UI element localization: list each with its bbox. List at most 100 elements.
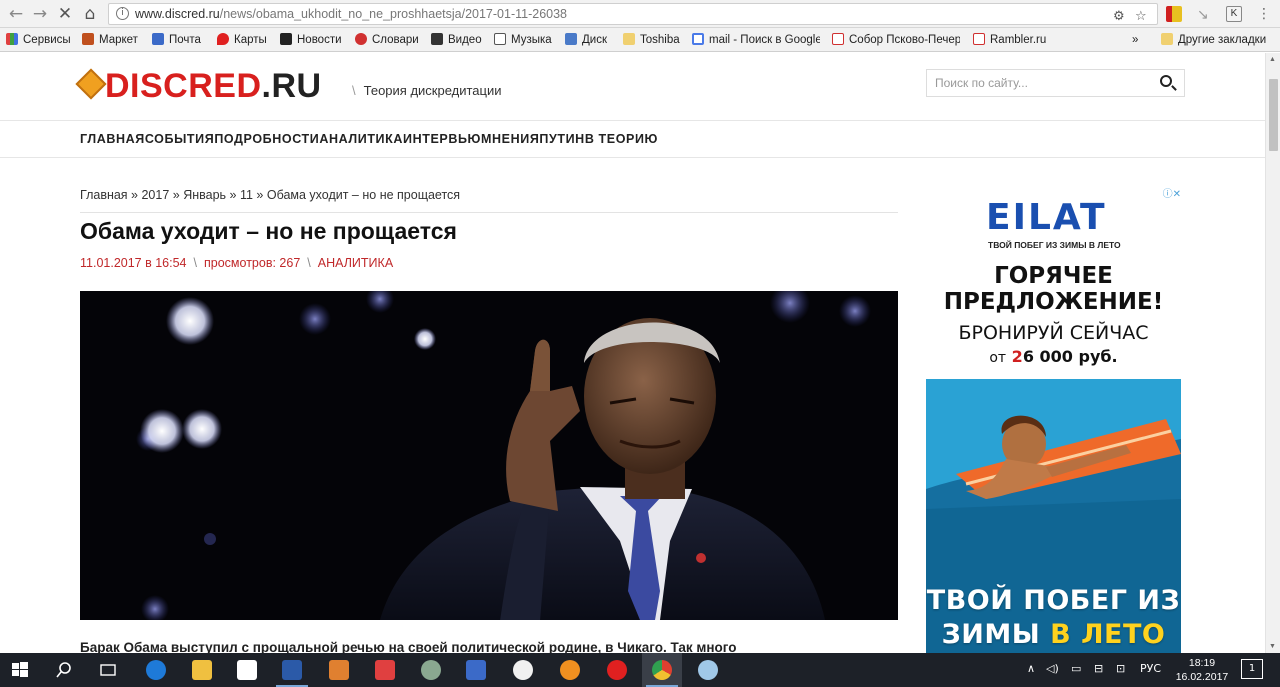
taskbar-opera[interactable] xyxy=(597,653,637,687)
stop-icon[interactable]: ✕ xyxy=(55,4,75,24)
menu-icon[interactable]: ⋮ xyxy=(1256,6,1272,22)
breadcrumb-year[interactable]: 2017 xyxy=(141,188,169,202)
url-host: www.discred.ru xyxy=(135,7,220,21)
nav-item-putin[interactable]: ПУТИН xyxy=(539,132,584,146)
taskbar-yandex-browser[interactable] xyxy=(365,653,405,687)
speaker-photo xyxy=(80,291,898,620)
forward-icon[interactable]: → xyxy=(30,4,50,24)
bookmark-disk[interactable]: Диск xyxy=(565,32,607,48)
ad-choices-icon[interactable]: ⓘ✕ xyxy=(1151,185,1181,200)
scroll-down-icon[interactable]: ▼ xyxy=(1269,643,1276,650)
site-search-input[interactable]: Поиск по сайту... xyxy=(926,69,1185,97)
taskbar-clock[interactable]: 18:19 16.02.2017 xyxy=(1172,656,1232,684)
clock-time: 18:19 xyxy=(1188,657,1216,669)
search-taskbar-button[interactable] xyxy=(44,653,84,687)
ad-slogan-2: ЗИМЫ В ЛЕТО xyxy=(941,619,1166,650)
url-path: /news/obama_ukhodit_no_ne_proshhaetsja/2… xyxy=(219,7,568,21)
store-icon xyxy=(237,660,257,680)
site-logo[interactable]: DISCRED.RU xyxy=(80,67,322,106)
address-bar[interactable]: i www.discred.ru/news/obama_ukhodit_no_n… xyxy=(108,3,1158,25)
extension-gray-icon[interactable]: ↘ xyxy=(1197,6,1213,22)
extension-bookmark-icon[interactable] xyxy=(1166,6,1182,22)
breadcrumb-month[interactable]: Январь xyxy=(183,188,226,202)
breadcrumb-divider xyxy=(80,212,898,213)
power-icon[interactable]: ⊟ xyxy=(1094,662,1103,675)
word-icon xyxy=(282,660,302,680)
taskbar-mail[interactable] xyxy=(456,653,496,687)
bookmarks-bar: Сервисы Маркет Почта Карты Новости Слова… xyxy=(0,28,1280,52)
site-info-icon[interactable]: i xyxy=(116,7,129,20)
taskbar-word[interactable] xyxy=(272,653,312,687)
nav-item-home[interactable]: ГЛАВНАЯ xyxy=(80,132,145,146)
taskbar-edge[interactable] xyxy=(136,653,176,687)
battery-icon[interactable]: ▭ xyxy=(1071,662,1081,675)
dictionary-icon xyxy=(355,33,367,45)
taskbar-chrome[interactable] xyxy=(642,653,682,687)
windows-taskbar: ∧ ◁) ▭ ⊟ ⊡ РУС 18:19 16.02.2017 1 xyxy=(0,653,1280,687)
search-icon xyxy=(56,662,71,678)
article-category-link[interactable]: АНАЛИТИКА xyxy=(318,256,393,270)
back-icon[interactable]: ← xyxy=(6,4,26,24)
taskbar-app-round[interactable] xyxy=(411,653,451,687)
nav-divider xyxy=(0,157,1265,158)
ok-icon xyxy=(560,660,580,680)
bookmark-other[interactable]: Другие закладки xyxy=(1161,32,1266,48)
taskbar-media[interactable] xyxy=(319,653,359,687)
nav-item-opinions[interactable]: МНЕНИЯ xyxy=(481,132,539,146)
task-view-icon xyxy=(100,664,116,676)
ad-banner[interactable]: ⓘ✕ EILAT ТВОЙ ПОБЕГ ИЗ ЗИМЫ В ЛЕТО ГОРЯЧ… xyxy=(926,185,1181,653)
task-view-button[interactable] xyxy=(88,653,128,687)
taskbar-odnoklassniki[interactable] xyxy=(550,653,590,687)
bookmark-toshiba[interactable]: Toshiba xyxy=(623,32,680,48)
page-scrollbar[interactable]: ▲ ▼ xyxy=(1265,53,1280,653)
clock-date: 16.02.2017 xyxy=(1175,671,1229,683)
breadcrumb-day[interactable]: 11 xyxy=(240,188,253,202)
search-icon[interactable] xyxy=(1160,75,1172,87)
article-views: просмотров: 267 xyxy=(204,256,301,270)
tray-overflow-icon[interactable]: ∧ xyxy=(1027,662,1035,675)
bookmark-market[interactable]: Маркет xyxy=(82,32,138,48)
bookmark-video[interactable]: Видео xyxy=(431,32,482,48)
bookmark-apps[interactable]: Сервисы xyxy=(6,32,71,48)
language-indicator[interactable]: РУС xyxy=(1140,662,1161,675)
bookmarks-overflow-button[interactable]: » xyxy=(1132,32,1138,48)
nav-item-interviews[interactable]: ИНТЕРВЬЮ xyxy=(403,132,481,146)
bookmark-music[interactable]: Музыка xyxy=(494,32,552,48)
apps-grid-icon xyxy=(6,33,18,45)
nav-item-theory[interactable]: В ТЕОРИЮ xyxy=(585,132,658,146)
taskbar-store[interactable] xyxy=(227,653,267,687)
scroll-up-icon[interactable]: ▲ xyxy=(1269,56,1276,63)
home-icon[interactable]: ⌂ xyxy=(80,4,100,24)
media-player-icon xyxy=(329,660,349,680)
ad-headline-2: ПРЕДЛОЖЕНИЕ! xyxy=(943,289,1164,315)
nav-item-analytics[interactable]: АНАЛИТИКА xyxy=(319,132,403,146)
site-tagline: \ Теория дискредитации xyxy=(352,83,502,98)
taskbar-yandex[interactable] xyxy=(503,653,543,687)
bookmark-google-search[interactable]: mail - Поиск в Google xyxy=(692,32,820,48)
nav-item-events[interactable]: СОБЫТИЯ xyxy=(145,132,214,146)
taskbar-paint[interactable] xyxy=(688,653,728,687)
scroll-thumb[interactable] xyxy=(1269,79,1278,151)
taskbar-explorer[interactable] xyxy=(182,653,222,687)
bookmark-sobor[interactable]: Собор Псково-Печер xyxy=(832,32,960,48)
bookmark-mail[interactable]: Почта xyxy=(152,32,201,48)
folder-icon xyxy=(192,660,212,680)
bookmark-star-icon[interactable]: ☆ xyxy=(1135,7,1147,27)
yandex-icon xyxy=(375,660,395,680)
bookmark-rambler[interactable]: Rambler.ru xyxy=(973,32,1046,48)
breadcrumb-home[interactable]: Главная xyxy=(80,188,128,202)
edge-icon xyxy=(146,660,166,680)
extension-k-icon[interactable]: K xyxy=(1226,6,1242,22)
nav-item-details[interactable]: ПОДРОБНОСТИ xyxy=(214,132,319,146)
start-button[interactable] xyxy=(0,653,40,687)
volume-icon[interactable]: ◁) xyxy=(1046,662,1059,675)
network-icon[interactable]: ⊡ xyxy=(1116,662,1125,675)
notification-center-icon[interactable]: 1 xyxy=(1241,659,1263,679)
bookmark-news[interactable]: Новости xyxy=(280,32,342,48)
mail-icon xyxy=(152,33,164,45)
extension-icon[interactable]: ⚙ xyxy=(1113,7,1125,27)
bookmark-maps[interactable]: Карты xyxy=(217,32,267,48)
bookmark-dictionaries[interactable]: Словари xyxy=(355,32,419,48)
paint-icon xyxy=(698,660,718,680)
article-hero-image xyxy=(80,291,898,620)
